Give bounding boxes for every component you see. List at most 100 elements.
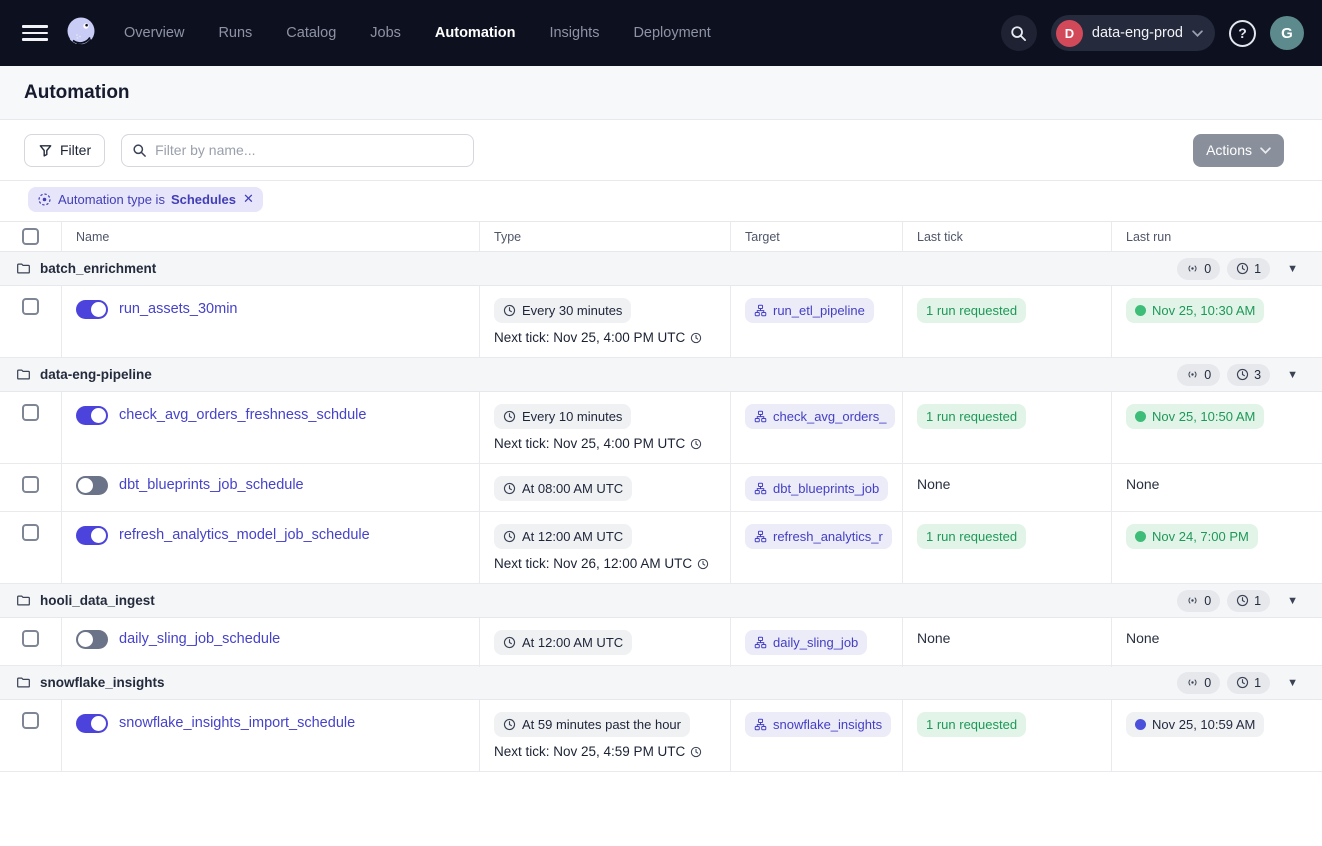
schedule-cadence-badge: Every 10 minutes xyxy=(494,404,631,429)
clock-icon xyxy=(503,530,516,543)
row-checkbox[interactable] xyxy=(22,476,39,493)
actions-button[interactable]: Actions xyxy=(1193,134,1284,167)
sensor-icon xyxy=(1186,368,1199,381)
collapse-caret-icon[interactable]: ▼ xyxy=(1287,595,1298,607)
sensor-count-badge: 0 xyxy=(1177,672,1220,694)
sensor-count-badge: 0 xyxy=(1177,590,1220,612)
filter-chip-automation-type[interactable]: Automation type is Schedules ✕ xyxy=(28,187,263,212)
schedule-name-link[interactable]: run_assets_30min xyxy=(119,300,238,319)
collapse-caret-icon[interactable]: ▼ xyxy=(1287,263,1298,275)
group-row-snowflake-insights[interactable]: snowflake_insights 0 1 ▼ xyxy=(0,666,1322,700)
clock-icon xyxy=(1236,262,1249,275)
schedule-count-badge: 1 xyxy=(1227,590,1270,612)
schedule-toggle[interactable] xyxy=(76,630,108,649)
automation-type-icon xyxy=(37,192,52,207)
schedule-toggle[interactable] xyxy=(76,526,108,545)
last-tick-badge[interactable]: 1 run requested xyxy=(917,524,1026,549)
last-tick-badge[interactable]: 1 run requested xyxy=(917,298,1026,323)
row-checkbox[interactable] xyxy=(22,630,39,647)
clock-icon xyxy=(503,410,516,423)
deployment-switcher[interactable]: D data-eng-prod xyxy=(1051,15,1215,51)
user-avatar[interactable]: G xyxy=(1270,16,1304,50)
sensor-icon xyxy=(1186,262,1199,275)
table-header: Name Type Target Last tick Last run xyxy=(0,222,1322,252)
col-target: Target xyxy=(731,222,903,251)
job-icon xyxy=(754,718,767,731)
top-nav: Overview Runs Catalog Jobs Automation In… xyxy=(0,0,1322,66)
last-tick-badge[interactable]: 1 run requested xyxy=(917,712,1026,737)
nav-runs[interactable]: Runs xyxy=(218,25,252,41)
last-run-badge[interactable]: Nov 25, 10:50 AM xyxy=(1126,404,1264,429)
folder-icon xyxy=(16,675,31,690)
row-checkbox[interactable] xyxy=(22,404,39,421)
target-link[interactable]: daily_sling_job xyxy=(745,630,867,655)
row-checkbox[interactable] xyxy=(22,298,39,315)
dagster-logo-icon[interactable] xyxy=(62,14,100,52)
filter-button[interactable]: Filter xyxy=(24,134,105,167)
schedule-toggle[interactable] xyxy=(76,714,108,733)
schedule-count-badge: 3 xyxy=(1227,364,1270,386)
nav-overview[interactable]: Overview xyxy=(124,25,184,41)
collapse-caret-icon[interactable]: ▼ xyxy=(1287,677,1298,689)
schedule-name-link[interactable]: refresh_analytics_model_job_schedule xyxy=(119,526,370,545)
clock-icon xyxy=(690,746,702,758)
group-row-data-eng-pipeline[interactable]: data-eng-pipeline 0 3 ▼ xyxy=(0,358,1322,392)
schedule-toggle[interactable] xyxy=(76,300,108,319)
question-icon: ? xyxy=(1238,25,1247,41)
clock-icon xyxy=(690,438,702,450)
schedule-toggle[interactable] xyxy=(76,476,108,495)
target-link[interactable]: refresh_analytics_r xyxy=(745,524,892,549)
clock-icon xyxy=(1236,594,1249,607)
job-icon xyxy=(754,304,767,317)
target-link[interactable]: snowflake_insights xyxy=(745,712,891,737)
last-run-badge[interactable]: Nov 24, 7:00 PM xyxy=(1126,524,1258,549)
schedule-name-link[interactable]: daily_sling_job_schedule xyxy=(119,630,280,649)
automation-table: Name Type Target Last tick Last run batc… xyxy=(0,221,1322,772)
last-run-none: None xyxy=(1126,630,1159,647)
group-name: batch_enrichment xyxy=(40,261,156,276)
folder-icon xyxy=(16,367,31,382)
row-checkbox[interactable] xyxy=(22,524,39,541)
search-icon xyxy=(132,143,147,158)
group-name: data-eng-pipeline xyxy=(40,367,152,382)
last-run-badge[interactable]: Nov 25, 10:59 AM xyxy=(1126,712,1264,737)
schedule-cadence-badge: At 12:00 AM UTC xyxy=(494,524,632,549)
primary-nav: Overview Runs Catalog Jobs Automation In… xyxy=(124,25,711,41)
filter-by-name-input[interactable] xyxy=(121,134,474,167)
schedule-name-link[interactable]: snowflake_insights_import_schedule xyxy=(119,714,355,733)
schedule-toggle[interactable] xyxy=(76,406,108,425)
target-link[interactable]: check_avg_orders_ xyxy=(745,404,895,429)
target-link[interactable]: run_etl_pipeline xyxy=(745,298,874,323)
hamburger-menu-icon[interactable] xyxy=(22,25,48,41)
collapse-caret-icon[interactable]: ▼ xyxy=(1287,369,1298,381)
group-row-hooli-data-ingest[interactable]: hooli_data_ingest 0 1 ▼ xyxy=(0,584,1322,618)
page-title-bar: Automation xyxy=(0,66,1322,120)
nav-catalog[interactable]: Catalog xyxy=(286,25,336,41)
last-tick-badge[interactable]: 1 run requested xyxy=(917,404,1026,429)
select-all-checkbox[interactable] xyxy=(22,228,39,245)
search-icon xyxy=(1010,25,1027,42)
clock-icon xyxy=(697,558,709,570)
schedule-count-badge: 1 xyxy=(1227,672,1270,694)
last-run-none: None xyxy=(1126,476,1159,493)
nav-deployment[interactable]: Deployment xyxy=(633,25,710,41)
col-type: Type xyxy=(480,222,731,251)
nav-insights[interactable]: Insights xyxy=(549,25,599,41)
group-row-batch-enrichment[interactable]: batch_enrichment 0 1 ▼ xyxy=(0,252,1322,286)
nav-jobs[interactable]: Jobs xyxy=(370,25,401,41)
schedule-name-link[interactable]: dbt_blueprints_job_schedule xyxy=(119,476,304,495)
row-checkbox[interactable] xyxy=(22,712,39,729)
nav-automation[interactable]: Automation xyxy=(435,25,516,41)
funnel-icon xyxy=(38,143,53,158)
schedule-name-link[interactable]: check_avg_orders_freshness_schdule xyxy=(119,406,366,425)
clock-icon xyxy=(1236,676,1249,689)
last-run-badge[interactable]: Nov 25, 10:30 AM xyxy=(1126,298,1264,323)
help-button[interactable]: ? xyxy=(1229,20,1256,47)
search-button[interactable] xyxy=(1001,15,1037,51)
table-row: refresh_analytics_model_job_schedule At … xyxy=(0,512,1322,584)
next-tick-text: Next tick: Nov 25, 4:00 PM UTC xyxy=(494,330,702,345)
folder-icon xyxy=(16,261,31,276)
col-last-run: Last run xyxy=(1112,222,1322,251)
close-icon[interactable]: ✕ xyxy=(243,191,254,207)
target-link[interactable]: dbt_blueprints_job xyxy=(745,476,888,501)
